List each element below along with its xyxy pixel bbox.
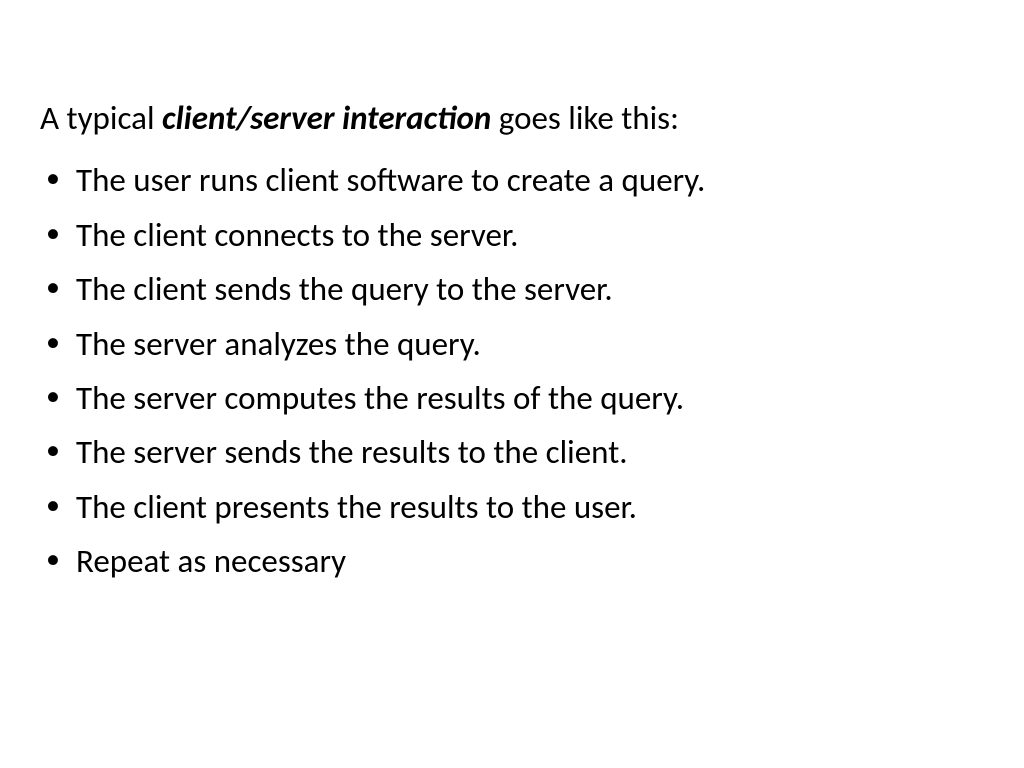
list-item: The server analyzes the query. <box>76 317 984 371</box>
list-item: The client sends the query to the server… <box>76 262 984 316</box>
intro-emphasis: client/server interaction <box>162 98 491 138</box>
list-item: The client connects to the server. <box>76 208 984 262</box>
intro-suffix: goes like this: <box>491 98 679 138</box>
bullet-list: The user runs client software to create … <box>40 153 984 589</box>
list-item: The server computes the results of the q… <box>76 371 984 425</box>
list-item: The client presents the results to the u… <box>76 480 984 534</box>
intro-prefix: A typical <box>40 98 162 138</box>
list-item: Repeat as necessary <box>76 534 984 588</box>
list-item: The user runs client software to create … <box>76 153 984 207</box>
intro-text: A typical client/server interaction goes… <box>40 95 984 141</box>
list-item: The server sends the results to the clie… <box>76 425 984 479</box>
